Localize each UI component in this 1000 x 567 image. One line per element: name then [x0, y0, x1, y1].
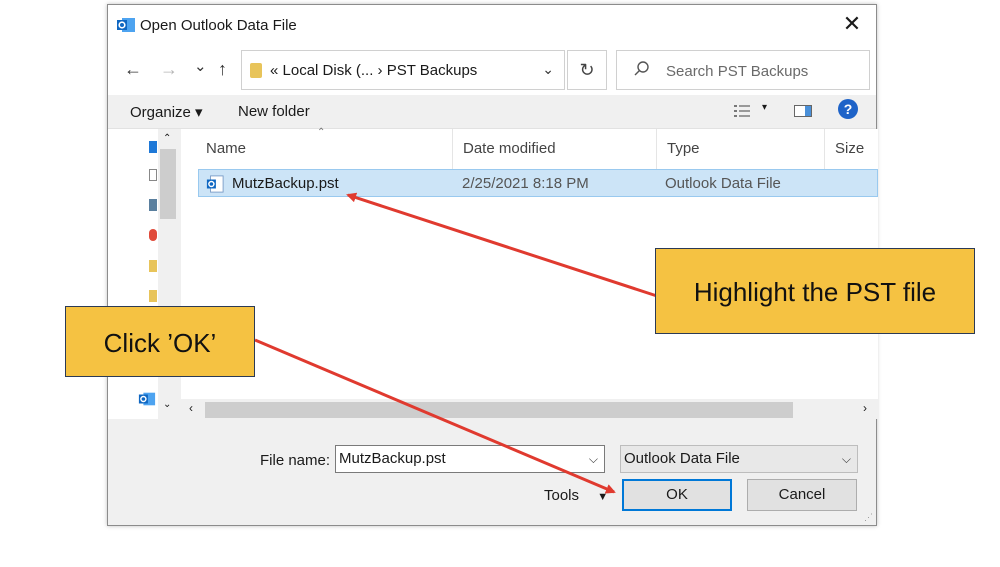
horizontal-scrollbar[interactable]: ‹ ›: [181, 399, 878, 419]
document-icon[interactable]: [149, 169, 157, 181]
callout-click-ok: Click ’OK’: [65, 306, 255, 377]
tools-menu[interactable]: Tools ▼: [544, 487, 608, 504]
folder-icon: [250, 63, 262, 78]
scroll-right-icon[interactable]: ›: [863, 401, 867, 415]
folder-icon[interactable]: [149, 290, 157, 302]
search-box[interactable]: Search PST Backups: [616, 50, 870, 90]
navigation-row: ← → ⌄ ↑ « Local Disk (... › PST Backups …: [108, 45, 876, 95]
outlook-icon[interactable]: [138, 390, 156, 408]
pst-file-icon: [206, 175, 224, 193]
close-button[interactable]: ✕: [840, 13, 864, 37]
search-placeholder: Search PST Backups: [666, 63, 809, 80]
window-title: Open Outlook Data File: [140, 17, 297, 34]
file-type-select[interactable]: Outlook Data File ⌵: [620, 445, 858, 473]
chevron-down-icon[interactable]: ⌵: [842, 452, 851, 467]
folder-icon[interactable]: [149, 260, 157, 272]
file-date-cell: 2/25/2021 8:18 PM: [462, 175, 589, 192]
scrollbar-thumb[interactable]: [160, 149, 176, 219]
chevron-down-icon[interactable]: ⌵: [589, 452, 598, 467]
tools-label: Tools: [544, 487, 580, 504]
organize-menu[interactable]: Organize ▾: [130, 103, 203, 121]
column-header-size[interactable]: Size: [825, 129, 878, 169]
cancel-button[interactable]: Cancel: [747, 479, 857, 511]
file-type-value: Outlook Data File: [624, 450, 740, 467]
back-button[interactable]: ←: [124, 59, 142, 80]
callout-highlight-text: Highlight the PST file: [693, 277, 937, 307]
breadcrumb: « Local Disk (... › PST Backups: [270, 62, 478, 79]
file-type-cell: Outlook Data File: [665, 175, 781, 192]
new-folder-button[interactable]: New folder: [238, 103, 310, 120]
view-options-icon[interactable]: [734, 105, 750, 117]
file-name-input[interactable]: MutzBackup.pst ⌵: [335, 445, 605, 473]
outlook-icon: [117, 18, 135, 32]
file-name-cell[interactable]: MutzBackup.pst: [232, 175, 339, 192]
resize-grip-icon[interactable]: ⋰: [864, 512, 873, 523]
chevron-down-icon[interactable]: ⌄: [542, 61, 554, 78]
preview-pane-icon[interactable]: [794, 105, 812, 117]
scrollbar-thumb[interactable]: [205, 402, 793, 418]
column-header-type[interactable]: Type: [657, 129, 825, 169]
file-name-value: MutzBackup.pst: [339, 450, 446, 467]
refresh-button[interactable]: ↻: [567, 50, 607, 90]
tools-dropdown-icon: ▼: [597, 491, 609, 503]
nav-item-icon[interactable]: [149, 141, 157, 153]
ok-button[interactable]: OK: [622, 479, 732, 511]
column-header-name[interactable]: Name: [196, 129, 453, 169]
scroll-left-icon[interactable]: ‹: [189, 401, 193, 415]
search-icon: [634, 61, 649, 76]
scroll-up-icon[interactable]: ⌃: [163, 133, 171, 144]
title-bar: Open Outlook Data File ✕: [108, 5, 876, 45]
view-dropdown-icon[interactable]: ▾: [762, 102, 767, 113]
address-bar[interactable]: « Local Disk (... › PST Backups ⌄: [241, 50, 565, 90]
callout-highlight: Highlight the PST file: [655, 248, 975, 334]
app-icon[interactable]: [149, 229, 157, 241]
callout-click-ok-text: Click ’OK’: [103, 328, 217, 358]
pictures-icon[interactable]: [149, 199, 157, 211]
column-header-date[interactable]: Date modified: [453, 129, 657, 169]
help-button[interactable]: ?: [838, 99, 858, 119]
up-button[interactable]: ↑: [218, 59, 227, 80]
scroll-down-icon[interactable]: ⌄: [163, 399, 171, 410]
forward-button[interactable]: →: [160, 59, 178, 80]
file-name-label: File name:: [260, 452, 331, 469]
command-bar: Organize ▾ New folder ▾ ?: [108, 95, 876, 129]
recent-locations-button[interactable]: ⌄: [194, 57, 207, 75]
